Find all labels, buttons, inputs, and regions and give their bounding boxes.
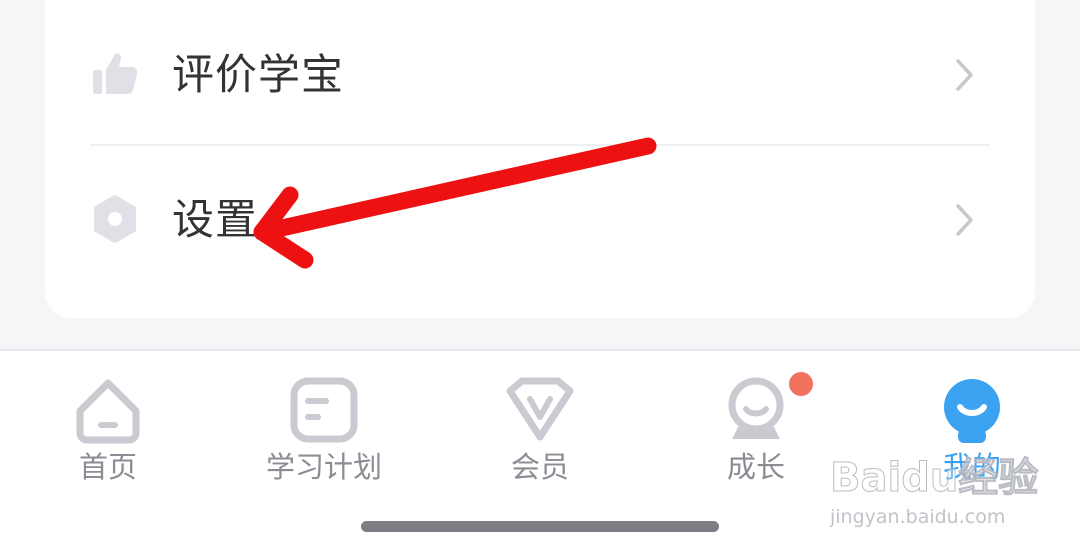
menu-item-settings[interactable]: 设置 [45,158,1035,278]
watermark-logo: Baidu经验 [829,455,1039,502]
thumbs-up-icon [93,53,138,94]
tab-label: 首页 [78,450,137,484]
chevron-right-icon [956,59,973,91]
home-indicator[interactable] [361,521,719,532]
watermark-url: jingyan.baidu.com [830,506,1006,528]
menu-card: 评价学宝 设置 [45,0,1035,318]
menu-item-label: 设置 [172,195,259,244]
tab-label: 会员 [510,450,569,484]
vip-icon [506,377,574,441]
settings-hexagon-icon [94,195,136,243]
notification-badge [789,372,813,396]
menu-divider [90,144,990,146]
tab-label: 学习计划 [265,450,382,484]
profile-icon [944,379,1000,443]
tab-vip[interactable]: 会员 [432,351,648,501]
tab-home[interactable]: 首页 [0,351,216,501]
menu-item-label: 评价学宝 [172,50,345,99]
home-icon [76,379,140,444]
baidu-jingyan-watermark: Baidu经验 jingyan.baidu.com [829,455,1050,535]
tab-study-plan[interactable]: 学习计划 [216,351,432,501]
growth-icon [728,377,784,439]
study-plan-icon [290,377,358,443]
menu-item-rate-app[interactable]: 评价学宝 [45,13,1035,133]
chevron-right-icon [956,204,973,236]
